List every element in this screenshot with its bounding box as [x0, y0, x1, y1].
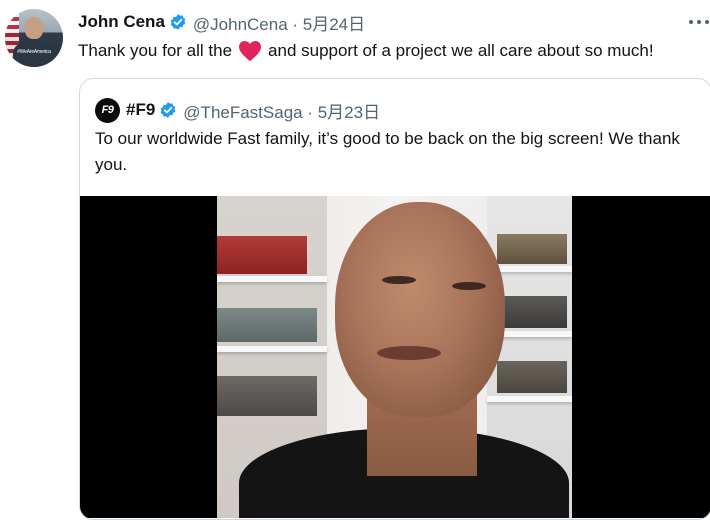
author-handle-date[interactable]: @JohnCena · 5月24日 [193, 10, 365, 35]
avatar[interactable]: #WeAreAmerica [5, 9, 63, 67]
heart-emoji-icon [238, 40, 262, 62]
tweet-text-after: and support of a project we all care abo… [268, 41, 654, 60]
person-face [335, 202, 505, 417]
f9-logo-avatar[interactable]: F9 [95, 97, 120, 123]
quoted-tweet-text: To our worldwide Fast family, it’s good … [95, 129, 680, 174]
video-frame [217, 196, 572, 518]
tweet: #WeAreAmerica John Cena @JohnCena · 5月24… [0, 0, 710, 520]
tweet-text-before: Thank you for all the [78, 41, 233, 60]
verified-badge-icon [159, 101, 177, 119]
more-horizontal-icon[interactable] [689, 13, 709, 31]
tweet-text: Thank you for all the and support of a p… [78, 40, 654, 62]
avatar-head [25, 17, 43, 39]
tweet-header: John Cena @JohnCena · 5月24日 [78, 10, 365, 35]
quoted-tweet[interactable]: F9 #F9 @TheFastSaga · 5月23日 To our world… [79, 78, 710, 520]
avatar-tag-text: #WeAreAmerica [17, 49, 51, 55]
author-name[interactable]: John Cena [78, 12, 165, 32]
person-eye-left [382, 276, 416, 284]
quoted-header: F9 #F9 @TheFastSaga · 5月23日 [95, 97, 380, 123]
person-eye-right [452, 282, 486, 290]
person-mouth [377, 346, 441, 360]
quoted-author-name[interactable]: #F9 [126, 100, 155, 120]
quoted-author-handle-date[interactable]: @TheFastSaga · 5月23日 [183, 98, 380, 123]
verified-badge-icon [169, 13, 187, 31]
video-player[interactable] [80, 196, 710, 518]
